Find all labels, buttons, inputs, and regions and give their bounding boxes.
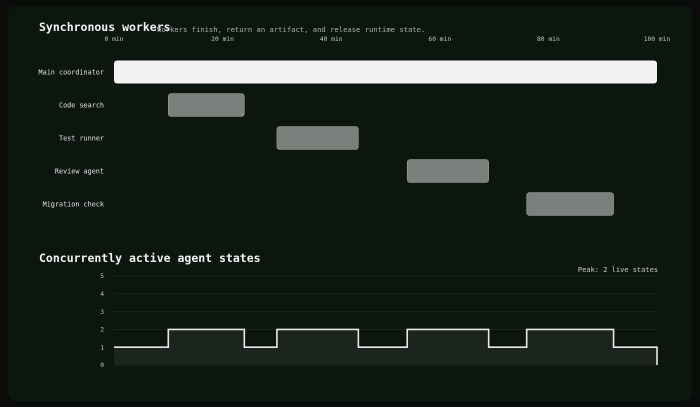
worker-bar [406,159,489,183]
worker-bar [526,192,614,216]
worker-bar [276,126,359,150]
x-tick-label: 40 min [320,36,343,43]
row-label: Code search [59,102,104,110]
row-label: Migration check [43,201,104,209]
row-label: Test runner [59,135,104,143]
worker-bar [168,93,245,117]
y-tick-label: 0 [100,362,104,369]
x-tick-label: 0 min [105,36,124,43]
x-tick-label: 20 min [211,36,234,43]
x-tick-label: 80 min [537,36,560,43]
chart-canvas: 0 min 20 min 40 min 60 min 80 min 100 min Mai… [39,36,671,369]
y-tick-label: 5 [100,273,104,280]
x-tick-label: 60 min [428,36,451,43]
y-tick-label: 2 [100,327,104,334]
x-tick-label: 100 min [644,36,671,43]
y-tick-label: 1 [100,344,104,351]
row-label: Main coordinator [39,69,104,77]
row-label: Review agent [55,168,104,176]
y-tick-label: 3 [100,309,104,316]
coordinator-bar [114,60,657,84]
y-tick-label: 4 [100,291,104,298]
